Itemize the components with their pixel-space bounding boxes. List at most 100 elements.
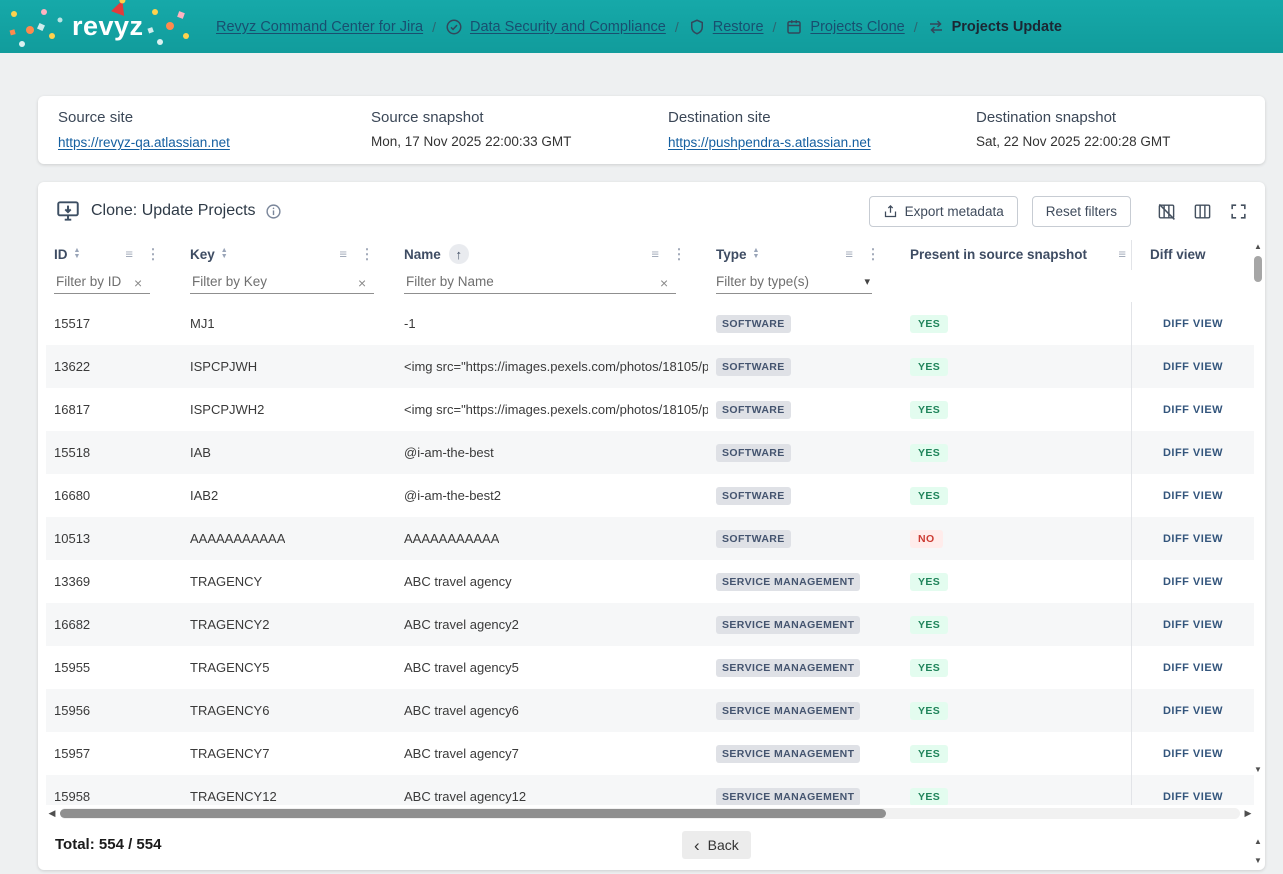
sort-ascending-icon[interactable]: ↑ bbox=[449, 244, 469, 264]
diff-view-link[interactable]: DIFF VIEW bbox=[1163, 576, 1223, 588]
fullscreen-icon[interactable] bbox=[1227, 200, 1249, 222]
filter-type-select[interactable]: Filter by type(s) ▾ bbox=[716, 270, 872, 294]
panel-toolbar: Clone: Update Projects Export metadata R… bbox=[38, 182, 1265, 240]
projects-table: ID ▲▼ ≡ ⋮ Key ▲▼ ≡ ⋮ Name bbox=[46, 240, 1254, 805]
sort-icon[interactable]: ▲▼ bbox=[753, 248, 760, 259]
clear-filter-icon[interactable]: × bbox=[134, 275, 142, 291]
diff-view-link[interactable]: DIFF VIEW bbox=[1163, 318, 1223, 330]
breadcrumb-restore[interactable]: Restore bbox=[713, 19, 764, 35]
table-row[interactable]: 13622 ISPCPJWH <img src="https://images.… bbox=[46, 345, 1254, 388]
cell-type: SOFTWARE bbox=[708, 474, 902, 517]
cell-type: SOFTWARE bbox=[708, 388, 902, 431]
scroll-left-icon[interactable]: ◀ bbox=[46, 808, 58, 819]
table-row[interactable]: 15956 TRAGENCY6 ABC travel agency6 SERVI… bbox=[46, 689, 1254, 732]
source-snapshot-value: Mon, 17 Nov 2025 22:00:33 GMT bbox=[371, 134, 571, 149]
present-badge: YES bbox=[910, 702, 948, 720]
cell-id: 16817 bbox=[46, 388, 182, 431]
export-metadata-label: Export metadata bbox=[905, 204, 1004, 219]
reset-filters-label: Reset filters bbox=[1046, 204, 1117, 219]
diff-view-link[interactable]: DIFF VIEW bbox=[1163, 447, 1223, 459]
cell-name: AAAAAAAAAAA bbox=[396, 517, 708, 560]
table-row[interactable]: 16680 IAB2 @i-am-the-best2 SOFTWARE YES … bbox=[46, 474, 1254, 517]
back-button[interactable]: ‹ Back bbox=[682, 831, 751, 859]
clear-filter-icon[interactable]: × bbox=[358, 275, 366, 291]
diff-view-link[interactable]: DIFF VIEW bbox=[1163, 748, 1223, 760]
hide-columns-icon[interactable] bbox=[1155, 200, 1177, 222]
source-site-link[interactable]: https://revyz-qa.atlassian.net bbox=[58, 135, 230, 150]
diff-view-link[interactable]: DIFF VIEW bbox=[1163, 662, 1223, 674]
column-menu-icon[interactable]: ⋮ bbox=[672, 246, 686, 263]
column-drag-handle-icon[interactable]: ≡ bbox=[845, 247, 853, 262]
column-header-type[interactable]: Type ▲▼ ≡ ⋮ bbox=[708, 240, 902, 268]
cell-type: SERVICE MANAGEMENT bbox=[708, 732, 902, 775]
revyz-logo: revyz bbox=[0, 0, 196, 53]
diff-view-link[interactable]: DIFF VIEW bbox=[1163, 791, 1223, 803]
cell-name: ABC travel agency6 bbox=[396, 689, 708, 732]
column-header-name[interactable]: Name ↑ ≡ ⋮ bbox=[396, 240, 708, 268]
cell-name: -1 bbox=[396, 302, 708, 345]
horizontal-scrollbar-thumb[interactable] bbox=[60, 809, 886, 818]
manage-columns-icon[interactable] bbox=[1191, 200, 1213, 222]
table-row[interactable]: 13369 TRAGENCY ABC travel agency SERVICE… bbox=[46, 560, 1254, 603]
diff-view-link[interactable]: DIFF VIEW bbox=[1163, 404, 1223, 416]
scroll-down-icon[interactable]: ▼ bbox=[1252, 765, 1264, 774]
breadcrumb-projects-clone[interactable]: Projects Clone bbox=[810, 19, 904, 35]
table-row[interactable]: 15957 TRAGENCY7 ABC travel agency7 SERVI… bbox=[46, 732, 1254, 775]
table-header-row: ID ▲▼ ≡ ⋮ Key ▲▼ ≡ ⋮ Name bbox=[46, 240, 1254, 268]
cell-type: SERVICE MANAGEMENT bbox=[708, 775, 902, 805]
diff-view-link[interactable]: DIFF VIEW bbox=[1163, 361, 1223, 373]
column-menu-icon[interactable]: ⋮ bbox=[866, 246, 880, 263]
chevron-left-icon: ‹ bbox=[694, 837, 700, 854]
cell-id: 13369 bbox=[46, 560, 182, 603]
projects-update-panel: Clone: Update Projects Export metadata R… bbox=[38, 182, 1265, 870]
table-row[interactable]: 16682 TRAGENCY2 ABC travel agency2 SERVI… bbox=[46, 603, 1254, 646]
column-header-id[interactable]: ID ▲▼ ≡ ⋮ bbox=[46, 240, 182, 268]
sort-icon[interactable]: ▲▼ bbox=[221, 248, 228, 259]
clear-filter-icon[interactable]: × bbox=[660, 275, 668, 291]
filter-name-input[interactable] bbox=[404, 270, 676, 294]
cell-key: ISPCPJWH2 bbox=[182, 388, 396, 431]
cell-id: 16680 bbox=[46, 474, 182, 517]
table-row[interactable]: 16817 ISPCPJWH2 <img src="https://images… bbox=[46, 388, 1254, 431]
cell-key: TRAGENCY7 bbox=[182, 732, 396, 775]
horizontal-scrollbar-track[interactable] bbox=[60, 808, 1240, 819]
table-row[interactable]: 15958 TRAGENCY12 ABC travel agency12 SER… bbox=[46, 775, 1254, 805]
reset-filters-button[interactable]: Reset filters bbox=[1032, 196, 1131, 227]
cell-diff: DIFF VIEW bbox=[1131, 517, 1254, 560]
column-header-present[interactable]: Present in source snapshot ≡ bbox=[902, 240, 1131, 268]
table-row[interactable]: 15517 MJ1 -1 SOFTWARE YES DIFF VIEW bbox=[46, 302, 1254, 345]
diff-view-link[interactable]: DIFF VIEW bbox=[1163, 490, 1223, 502]
cell-name: @i-am-the-best bbox=[396, 431, 708, 474]
column-drag-handle-icon[interactable]: ≡ bbox=[1118, 247, 1126, 262]
column-drag-handle-icon[interactable]: ≡ bbox=[651, 247, 659, 262]
present-badge: YES bbox=[910, 315, 948, 333]
destination-site-link[interactable]: https://pushpendra-s.atlassian.net bbox=[668, 135, 871, 150]
table-row[interactable]: 15518 IAB @i-am-the-best SOFTWARE YES DI… bbox=[46, 431, 1254, 474]
breadcrumb-command-center[interactable]: Revyz Command Center for Jira bbox=[216, 19, 423, 35]
diff-view-link[interactable]: DIFF VIEW bbox=[1163, 533, 1223, 545]
column-drag-handle-icon[interactable]: ≡ bbox=[339, 247, 347, 262]
info-icon[interactable] bbox=[265, 203, 282, 220]
column-drag-handle-icon[interactable]: ≡ bbox=[125, 247, 133, 262]
scroll-right-icon[interactable]: ▶ bbox=[1242, 808, 1254, 819]
vertical-scrollbar[interactable]: ▲ ▼ bbox=[1252, 242, 1264, 774]
vertical-scrollbar-thumb[interactable] bbox=[1254, 256, 1262, 282]
filter-key-input[interactable] bbox=[190, 270, 374, 294]
diff-view-link[interactable]: DIFF VIEW bbox=[1163, 619, 1223, 631]
column-menu-icon[interactable]: ⋮ bbox=[360, 246, 374, 263]
scroll-up-icon[interactable]: ▲ bbox=[1252, 242, 1264, 251]
cell-id: 15518 bbox=[46, 431, 182, 474]
column-menu-icon[interactable]: ⋮ bbox=[146, 246, 160, 263]
table-row[interactable]: 15955 TRAGENCY5 ABC travel agency5 SERVI… bbox=[46, 646, 1254, 689]
diff-view-link[interactable]: DIFF VIEW bbox=[1163, 705, 1223, 717]
cell-present: YES bbox=[902, 689, 1131, 732]
column-header-key[interactable]: Key ▲▼ ≡ ⋮ bbox=[182, 240, 396, 268]
column-label-name: Name bbox=[404, 247, 441, 262]
horizontal-scrollbar[interactable]: ◀ ▶ bbox=[46, 806, 1254, 820]
table-row[interactable]: 10513 AAAAAAAAAAA AAAAAAAAAAA SOFTWARE N… bbox=[46, 517, 1254, 560]
sort-icon[interactable]: ▲▼ bbox=[74, 248, 81, 259]
breadcrumb-data-security[interactable]: Data Security and Compliance bbox=[470, 19, 666, 35]
type-badge: SOFTWARE bbox=[716, 487, 791, 505]
column-label-type: Type bbox=[716, 247, 747, 262]
export-metadata-button[interactable]: Export metadata bbox=[869, 196, 1018, 227]
